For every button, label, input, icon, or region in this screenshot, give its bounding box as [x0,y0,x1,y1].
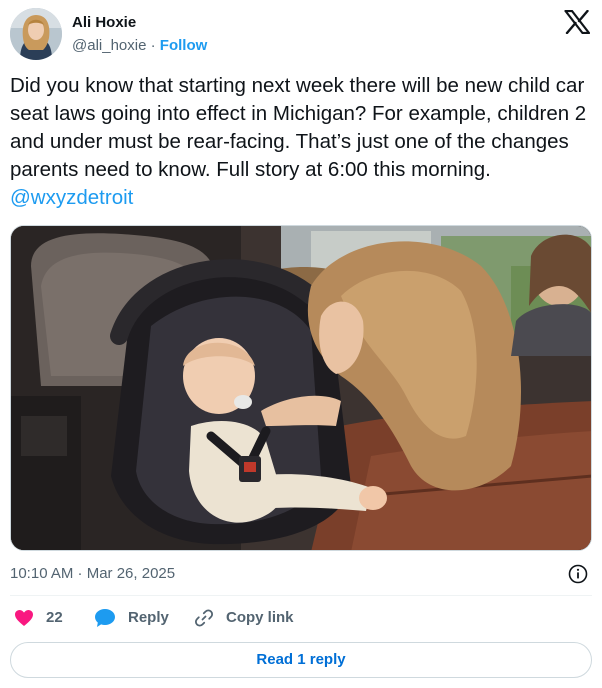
author-handle-row: @ali_hoxie · Follow [72,36,207,56]
tweet-header: Ali Hoxie @ali_hoxie · Follow [10,8,592,62]
tweet-text: Did you know that starting next week the… [10,72,592,212]
tweet-meta: 10:10 AM · Mar 26, 2025 [10,563,592,585]
info-icon[interactable] [568,564,588,584]
copy-link-button[interactable]: Copy link [194,606,294,630]
tweet-card: Ali Hoxie @ali_hoxie · Follow Did you kn… [0,0,602,688]
author-display-name[interactable]: Ali Hoxie [72,14,207,32]
tweet-body: Did you know that starting next week the… [10,74,587,181]
timestamp[interactable]: 10:10 AM · Mar 26, 2025 [10,565,175,582]
divider [10,595,592,596]
x-logo-icon[interactable] [564,9,591,35]
like-button[interactable]: 22 [14,606,63,630]
link-icon [194,608,214,628]
tweet-actions: 22 Reply Copy link [10,606,592,630]
mention-link[interactable]: @wxyzdetroit [10,186,133,209]
author-handle[interactable]: @ali_hoxie [72,37,146,54]
author-names: Ali Hoxie @ali_hoxie · Follow [72,14,207,56]
follow-button[interactable]: Follow [160,37,208,54]
copy-link-label: Copy link [226,609,294,626]
tweet-photo[interactable] [10,225,592,551]
reply-label: Reply [128,609,169,626]
handle-separator: · [150,37,156,54]
avatar[interactable] [10,8,62,60]
heart-icon [14,609,34,627]
read-replies-button[interactable]: Read 1 reply [10,642,592,678]
reply-button[interactable]: Reply [94,606,169,630]
reply-bubble-icon [94,608,116,628]
like-count: 22 [46,609,63,626]
